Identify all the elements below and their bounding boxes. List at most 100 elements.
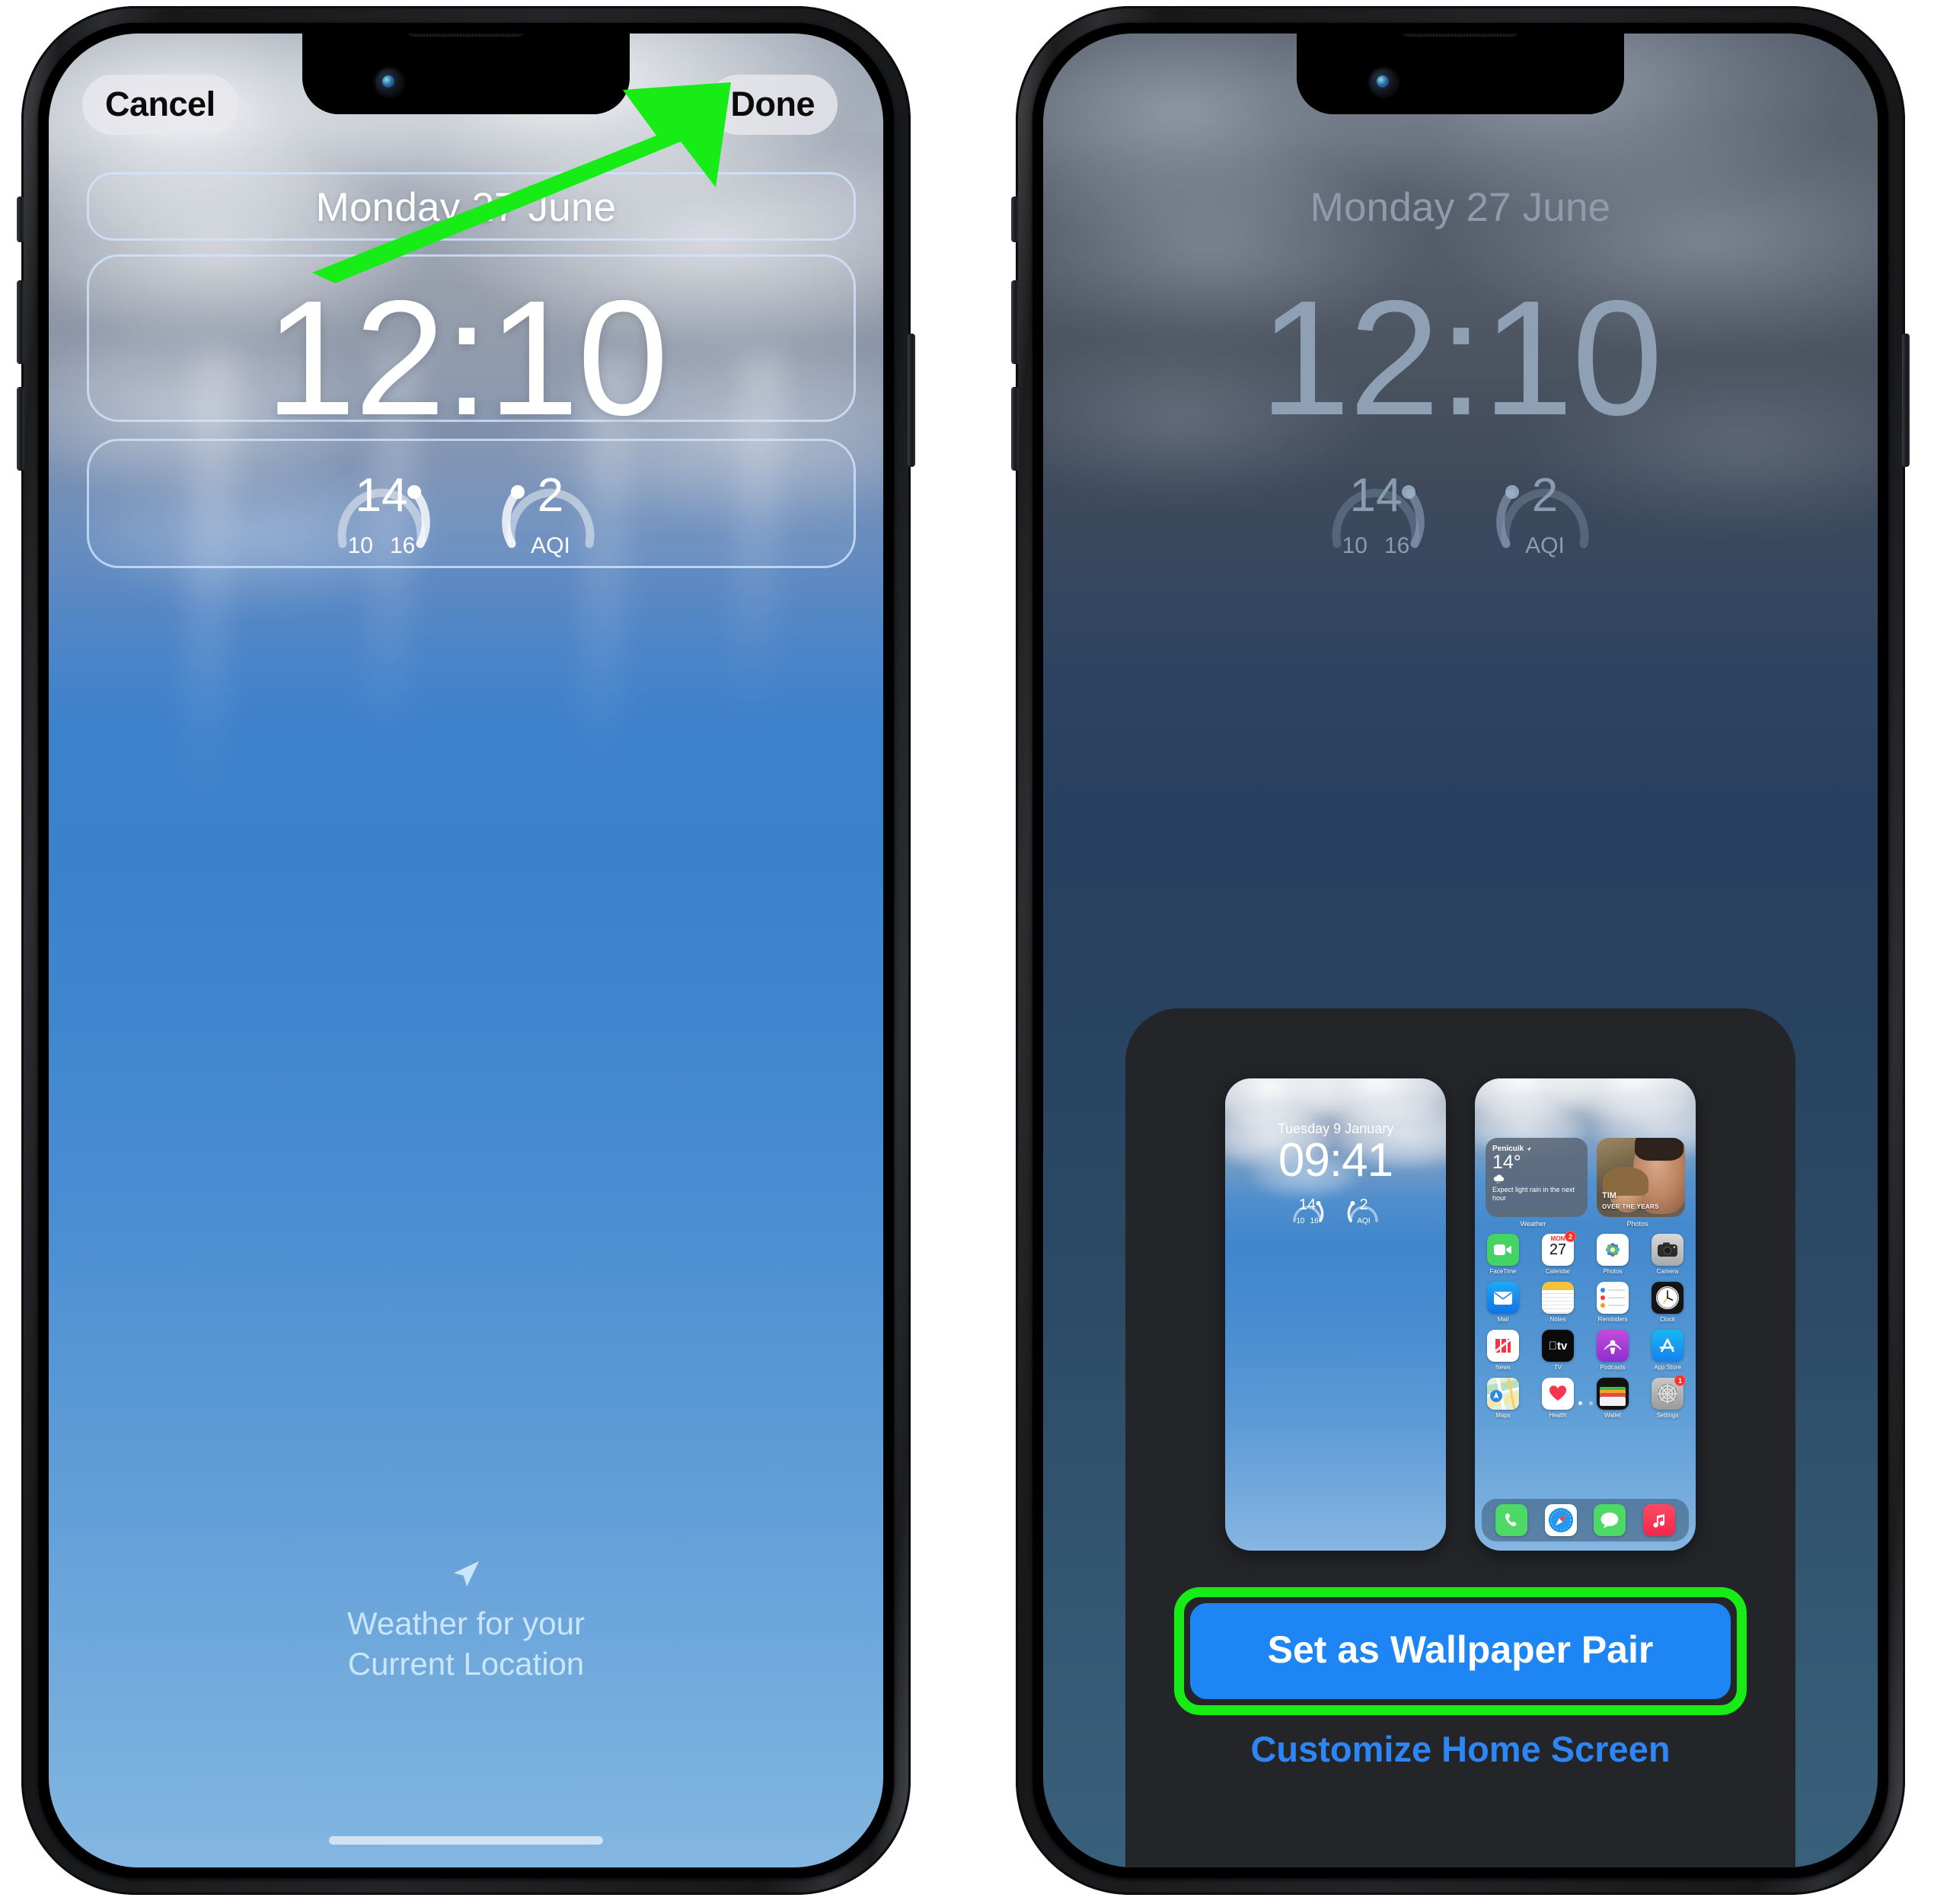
photos-widget-label: Photos (1626, 1220, 1648, 1228)
app-label: TV (1553, 1364, 1562, 1371)
app-label: News (1495, 1364, 1511, 1371)
photo-hair-primary (1635, 1138, 1683, 1161)
facetime-icon (1487, 1234, 1519, 1266)
volume-up-button-right[interactable] (1011, 280, 1019, 364)
messages-icon[interactable] (1594, 1504, 1626, 1536)
app-label: Reminders (1597, 1316, 1628, 1323)
set-as-wallpaper-pair-button[interactable]: Set as Wallpaper Pair (1190, 1603, 1731, 1699)
preview-lock-time: 09:41 (1278, 1134, 1393, 1187)
app-tv[interactable]: tv TV (1539, 1330, 1577, 1371)
mute-switch-right[interactable] (1011, 196, 1019, 242)
app-clock[interactable]: Clock (1648, 1282, 1687, 1323)
location-arrow-icon-small (1527, 1146, 1531, 1152)
notes-icon (1542, 1282, 1574, 1314)
aqi-value: 2 (537, 469, 564, 522)
podcasts-icon (1597, 1330, 1629, 1362)
power-button[interactable] (908, 334, 915, 467)
app-row: FaceTime 2 MON 27 Calendar Photos Camera (1484, 1231, 1687, 1275)
music-icon[interactable] (1642, 1504, 1675, 1536)
weather-widget-desc: Expect light rain in the next hour (1492, 1186, 1575, 1202)
app-maps[interactable]: Maps (1484, 1378, 1522, 1419)
widget-labels-row: Weather Photos (1486, 1220, 1685, 1228)
screenshot-canvas: Cancel Done Monday 27 June 12:10 14 10 1… (0, 0, 1934, 1904)
preview-cards: Tuesday 9 January 09:41 14 10 16 2 AQI P… (1125, 1078, 1795, 1551)
app-mail[interactable]: Mail (1484, 1282, 1522, 1323)
app-label: App Store (1654, 1364, 1681, 1371)
calendar-day-number: 27 (1549, 1241, 1567, 1258)
temp-value: 14 (355, 469, 408, 522)
right-phone-device: Monday 27 June 12:10 14 10 16 2 AQI Tues… (1011, 6, 1910, 1895)
temp-high: 16 (390, 533, 416, 558)
customize-home-screen-link[interactable]: Customize Home Screen (1125, 1728, 1795, 1770)
home-indicator[interactable] (329, 1836, 603, 1845)
lock-widgets-row-right: 14 10 16 2 AQI (1043, 458, 1878, 559)
front-camera-icon-right (1370, 69, 1397, 96)
volume-down-button-right[interactable] (1011, 387, 1019, 471)
app-photos[interactable]: Photos (1594, 1234, 1632, 1275)
lock-screen-preview-card[interactable]: Tuesday 9 January 09:41 14 10 16 2 AQI (1225, 1078, 1446, 1551)
earpiece-speaker-right (1403, 34, 1518, 36)
preview-temp-value: 14 (1298, 1196, 1316, 1213)
appstore-icon (1652, 1330, 1683, 1362)
app-label: Settings (1656, 1412, 1679, 1419)
lock-date: Monday 27 June (315, 185, 617, 230)
aqi-unit-right: AQI (1525, 533, 1565, 558)
app-settings[interactable]: 1 Settings (1648, 1375, 1687, 1419)
reminders-icon (1597, 1282, 1629, 1314)
phone-icon[interactable] (1495, 1504, 1528, 1536)
power-button-right[interactable] (1902, 334, 1910, 467)
preview-temp-gauge: 14 10 16 (1286, 1193, 1329, 1226)
note-line-1: Weather for your (346, 1605, 586, 1641)
app-label: Camera (1656, 1268, 1679, 1275)
earpiece-speaker (408, 34, 524, 36)
app-row: Mail Notes Reminders Clock (1484, 1282, 1687, 1323)
cancel-button[interactable]: Cancel (82, 75, 238, 135)
app-podcasts[interactable]: Podcasts (1594, 1330, 1632, 1371)
temperature-gauge[interactable]: 14 10 16 (317, 458, 446, 559)
air-quality-gauge[interactable]: 2 AQI (486, 458, 615, 559)
temp-low: 10 (347, 533, 373, 558)
photos-icon (1597, 1234, 1629, 1266)
rain-cloud-icon (1492, 1174, 1581, 1185)
app-news[interactable]: News (1484, 1330, 1522, 1371)
page-dots[interactable] (1475, 1401, 1696, 1405)
volume-up-button[interactable] (17, 280, 24, 364)
app-row: News tv TV (1484, 1330, 1687, 1371)
editor-toolbar: Cancel Done (49, 75, 883, 143)
app-row: Maps Health Wallet 1 Settings (1484, 1375, 1687, 1419)
clock-icon (1652, 1282, 1683, 1314)
photos-widget-subtitle: OVER THE YEARS (1602, 1203, 1659, 1210)
app-appstore[interactable]: App Store (1648, 1330, 1687, 1371)
aqi-unit: AQI (531, 533, 570, 558)
temp-high-right: 16 (1384, 533, 1410, 558)
mute-switch[interactable] (17, 196, 24, 242)
tv-icon: tv (1542, 1330, 1574, 1362)
weather-widget[interactable]: Penicuik 14° Expect light rain in the ne… (1486, 1138, 1588, 1217)
volume-down-button[interactable] (17, 387, 24, 471)
app-health[interactable]: Health (1539, 1378, 1577, 1419)
app-label: Podcasts (1600, 1364, 1626, 1371)
mail-icon (1487, 1282, 1519, 1314)
app-wallet[interactable]: Wallet (1594, 1378, 1632, 1419)
left-phone-screen: Cancel Done Monday 27 June 12:10 14 10 1… (49, 34, 883, 1867)
app-camera[interactable]: Camera (1648, 1234, 1687, 1275)
wallpaper-pair-sheet: Tuesday 9 January 09:41 14 10 16 2 AQI P… (1125, 1008, 1795, 1867)
calendar-badge: 2 (1565, 1231, 1576, 1242)
temp-value-right: 14 (1349, 469, 1403, 522)
photos-widget[interactable]: TIM OVER THE YEARS (1597, 1138, 1685, 1217)
air-quality-gauge-right: 2 AQI (1480, 458, 1610, 559)
temperature-gauge-right: 14 10 16 (1311, 458, 1441, 559)
app-label: FaceTime (1489, 1268, 1517, 1275)
done-button[interactable]: Done (707, 75, 838, 135)
preview-aqi-gauge: 2 AQI (1342, 1193, 1385, 1226)
lock-time-right: 12:10 (1259, 266, 1663, 449)
home-screen-preview-card[interactable]: Penicuik 14° Expect light rain in the ne… (1475, 1078, 1696, 1551)
app-reminders[interactable]: Reminders (1594, 1282, 1632, 1323)
safari-icon[interactable] (1544, 1504, 1577, 1536)
app-label: Health (1549, 1412, 1567, 1419)
app-facetime[interactable]: FaceTime (1484, 1234, 1522, 1275)
settings-badge: 1 (1674, 1375, 1686, 1386)
left-phone-bezel: Cancel Done Monday 27 June 12:10 14 10 1… (38, 23, 894, 1878)
app-calendar[interactable]: 2 MON 27 Calendar (1539, 1231, 1577, 1275)
app-notes[interactable]: Notes (1539, 1282, 1577, 1323)
